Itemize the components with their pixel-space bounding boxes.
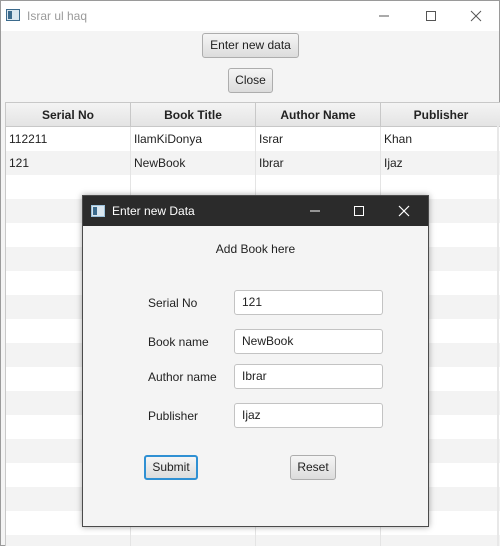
title-bar: Israr ul haq <box>1 1 499 31</box>
cell-serial-no: 121 <box>6 151 131 175</box>
table-row[interactable]: 121 NewBook Ibrar Ijaz <box>6 151 500 175</box>
cell-book-title: IlamKiDonya <box>131 127 256 151</box>
enter-new-data-button[interactable]: Enter new data <box>202 33 299 58</box>
column-header-publisher[interactable]: Publisher <box>381 103 500 127</box>
reset-button[interactable]: Reset <box>290 455 336 480</box>
dialog-close-button[interactable] <box>382 196 426 226</box>
close-window-button[interactable] <box>453 1 499 31</box>
dialog-app-icon <box>91 205 105 217</box>
minimize-button[interactable] <box>361 1 407 31</box>
serial-no-label: Serial No <box>148 296 198 310</box>
serial-no-field[interactable]: 121 <box>234 290 383 315</box>
submit-button[interactable]: Submit <box>144 455 198 480</box>
window-title: Israr ul haq <box>27 9 88 23</box>
close-button[interactable]: Close <box>228 68 273 93</box>
table-header: Serial No Book Title Author Name Publish… <box>6 103 500 127</box>
cell-publisher: Ijaz <box>381 151 500 175</box>
enter-data-dialog: Enter new Data Add Book here Serial No 1… <box>82 195 429 527</box>
empty-cell <box>131 535 256 546</box>
cell-serial-no: 112211 <box>6 127 131 151</box>
cell-book-title: NewBook <box>131 151 256 175</box>
book-name-label: Book name <box>148 335 209 349</box>
dialog-minimize-button[interactable] <box>293 196 337 226</box>
cell-publisher: Khan <box>381 127 500 151</box>
dialog-heading: Add Book here <box>215 242 296 256</box>
publisher-label: Publisher <box>148 409 199 423</box>
table-row[interactable]: 112211 IlamKiDonya Israr Khan <box>6 127 500 151</box>
dialog-title: Enter new Data <box>112 204 195 218</box>
cell-author-name: Ibrar <box>256 151 381 175</box>
dialog-maximize-button[interactable] <box>337 196 381 226</box>
app-icon <box>6 9 20 21</box>
empty-cell <box>6 535 131 546</box>
empty-cell <box>381 535 500 546</box>
column-header-author-name[interactable]: Author Name <box>256 103 381 127</box>
minimize-icon <box>310 210 320 212</box>
column-header-serial-no[interactable]: Serial No <box>6 103 131 127</box>
close-icon <box>470 10 482 22</box>
table-scroll-edge <box>497 125 499 546</box>
table-row-empty[interactable] <box>6 535 500 546</box>
maximize-icon <box>426 11 436 21</box>
minimize-icon <box>379 15 389 17</box>
author-name-field[interactable]: Ibrar <box>234 364 383 389</box>
cell-author-name: Israr <box>256 127 381 151</box>
dialog-title-bar: Enter new Data <box>83 196 428 226</box>
empty-cell <box>256 535 381 546</box>
author-name-label: Author name <box>148 370 217 384</box>
column-header-book-title[interactable]: Book Title <box>131 103 256 127</box>
publisher-field[interactable]: Ijaz <box>234 403 383 428</box>
maximize-button[interactable] <box>408 1 454 31</box>
close-icon <box>398 205 410 217</box>
maximize-icon <box>354 206 364 216</box>
book-name-field[interactable]: NewBook <box>234 329 383 354</box>
